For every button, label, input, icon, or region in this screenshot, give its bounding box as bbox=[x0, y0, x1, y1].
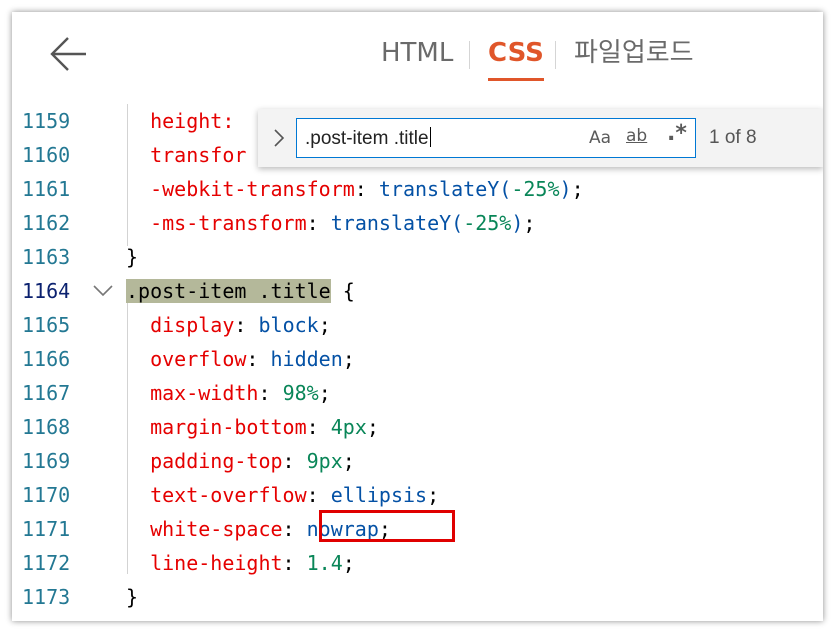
chevron-right-icon[interactable] bbox=[270, 127, 288, 149]
tab-divider bbox=[469, 41, 470, 69]
code-text: -ms-transform: translateY(-25%); bbox=[150, 211, 536, 235]
code-text: .post-item .count { bbox=[126, 614, 355, 621]
line-number: 1169 bbox=[22, 449, 71, 473]
arrow-left-icon bbox=[50, 37, 86, 71]
find-widget: .post-item .title Aa ab .* 1 of 8 bbox=[258, 109, 823, 167]
line-number: 1174 bbox=[22, 614, 78, 621]
code-line[interactable]: 1169 padding-top: 9px; bbox=[12, 444, 823, 478]
find-input[interactable]: .post-item .title Aa ab .* bbox=[296, 118, 696, 158]
back-button[interactable] bbox=[48, 34, 92, 74]
line-number: 1171 bbox=[22, 517, 71, 541]
line-number: 1162 bbox=[22, 211, 71, 235]
code-line-current[interactable]: 1164 .post-item .title { bbox=[12, 274, 823, 308]
code-text: .post-item .title { bbox=[126, 279, 355, 303]
code-text: } bbox=[126, 245, 139, 269]
line-number: 1173 bbox=[22, 585, 71, 609]
code-line[interactable]: 1173 } bbox=[12, 580, 823, 614]
match-count: 1 of 8 bbox=[709, 127, 757, 148]
code-line[interactable]: 1172 line-height: 1.4; bbox=[12, 546, 823, 580]
code-text: margin-bottom: 4px; bbox=[150, 415, 379, 439]
line-number: 1172 bbox=[22, 551, 71, 575]
code-line[interactable]: 1167 max-width: 98%; bbox=[12, 376, 823, 410]
tab-css[interactable]: CSS bbox=[488, 36, 544, 81]
regex-button[interactable]: .* bbox=[667, 121, 687, 146]
code-line[interactable]: 1168 margin-bottom: 4px; bbox=[12, 410, 823, 444]
code-line[interactable]: 1166 overflow: hidden; bbox=[12, 342, 823, 376]
code-line[interactable]: 1162 -ms-transform: translateY(-25%); bbox=[12, 206, 823, 240]
top-bar: HTML CSS 파일업로드 bbox=[12, 12, 823, 104]
code-text: height: bbox=[150, 109, 247, 133]
match-case-button[interactable]: Aa bbox=[589, 128, 611, 148]
code-text: max-width: 98%; bbox=[150, 381, 331, 405]
find-query-text: .post-item .title bbox=[305, 127, 431, 149]
code-text: display: block; bbox=[150, 313, 331, 337]
code-line[interactable]: 1165 display: block; bbox=[12, 308, 823, 342]
tab-divider bbox=[555, 41, 556, 69]
whole-word-button[interactable]: ab bbox=[626, 126, 647, 146]
code-text: line-height: 1.4; bbox=[150, 551, 355, 575]
code-line[interactable]: 1170 text-overflow: ellipsis; bbox=[12, 478, 823, 512]
tab-file-upload[interactable]: 파일업로드 bbox=[574, 36, 694, 70]
fold-chevron-icon[interactable] bbox=[92, 283, 114, 299]
app-window: HTML CSS 파일업로드 1159 height: 1160 transfo… bbox=[12, 12, 823, 621]
code-text: -webkit-transform: translateY(-25%); bbox=[150, 177, 584, 201]
code-text: text-overflow: ellipsis; bbox=[150, 483, 440, 507]
highlight-annotation-box bbox=[319, 510, 455, 542]
line-number: 1161 bbox=[22, 177, 71, 201]
code-line[interactable]: 1161 -webkit-transform: translateY(-25%)… bbox=[12, 172, 823, 206]
line-number: 1166 bbox=[22, 347, 71, 371]
code-text: transfor bbox=[150, 143, 247, 167]
line-number: 1164 bbox=[22, 279, 71, 303]
line-number: 1163 bbox=[22, 245, 71, 269]
code-line[interactable]: 1174 .post-item .count { bbox=[12, 614, 823, 621]
code-text: } bbox=[126, 585, 139, 609]
line-number: 1168 bbox=[22, 415, 71, 439]
code-editor[interactable]: 1159 height: 1160 transfor 1161 -webkit-… bbox=[12, 104, 823, 621]
line-number: 1170 bbox=[22, 483, 71, 507]
code-text: padding-top: 9px; bbox=[150, 449, 355, 473]
line-number: 1165 bbox=[22, 313, 71, 337]
line-number: 1159 bbox=[22, 109, 71, 133]
line-number: 1167 bbox=[22, 381, 71, 405]
code-line[interactable]: 1163 } bbox=[12, 240, 823, 274]
line-number: 1160 bbox=[22, 143, 71, 167]
text-caret bbox=[429, 127, 431, 147]
code-text: overflow: hidden; bbox=[150, 347, 355, 371]
tab-html[interactable]: HTML bbox=[381, 36, 453, 70]
